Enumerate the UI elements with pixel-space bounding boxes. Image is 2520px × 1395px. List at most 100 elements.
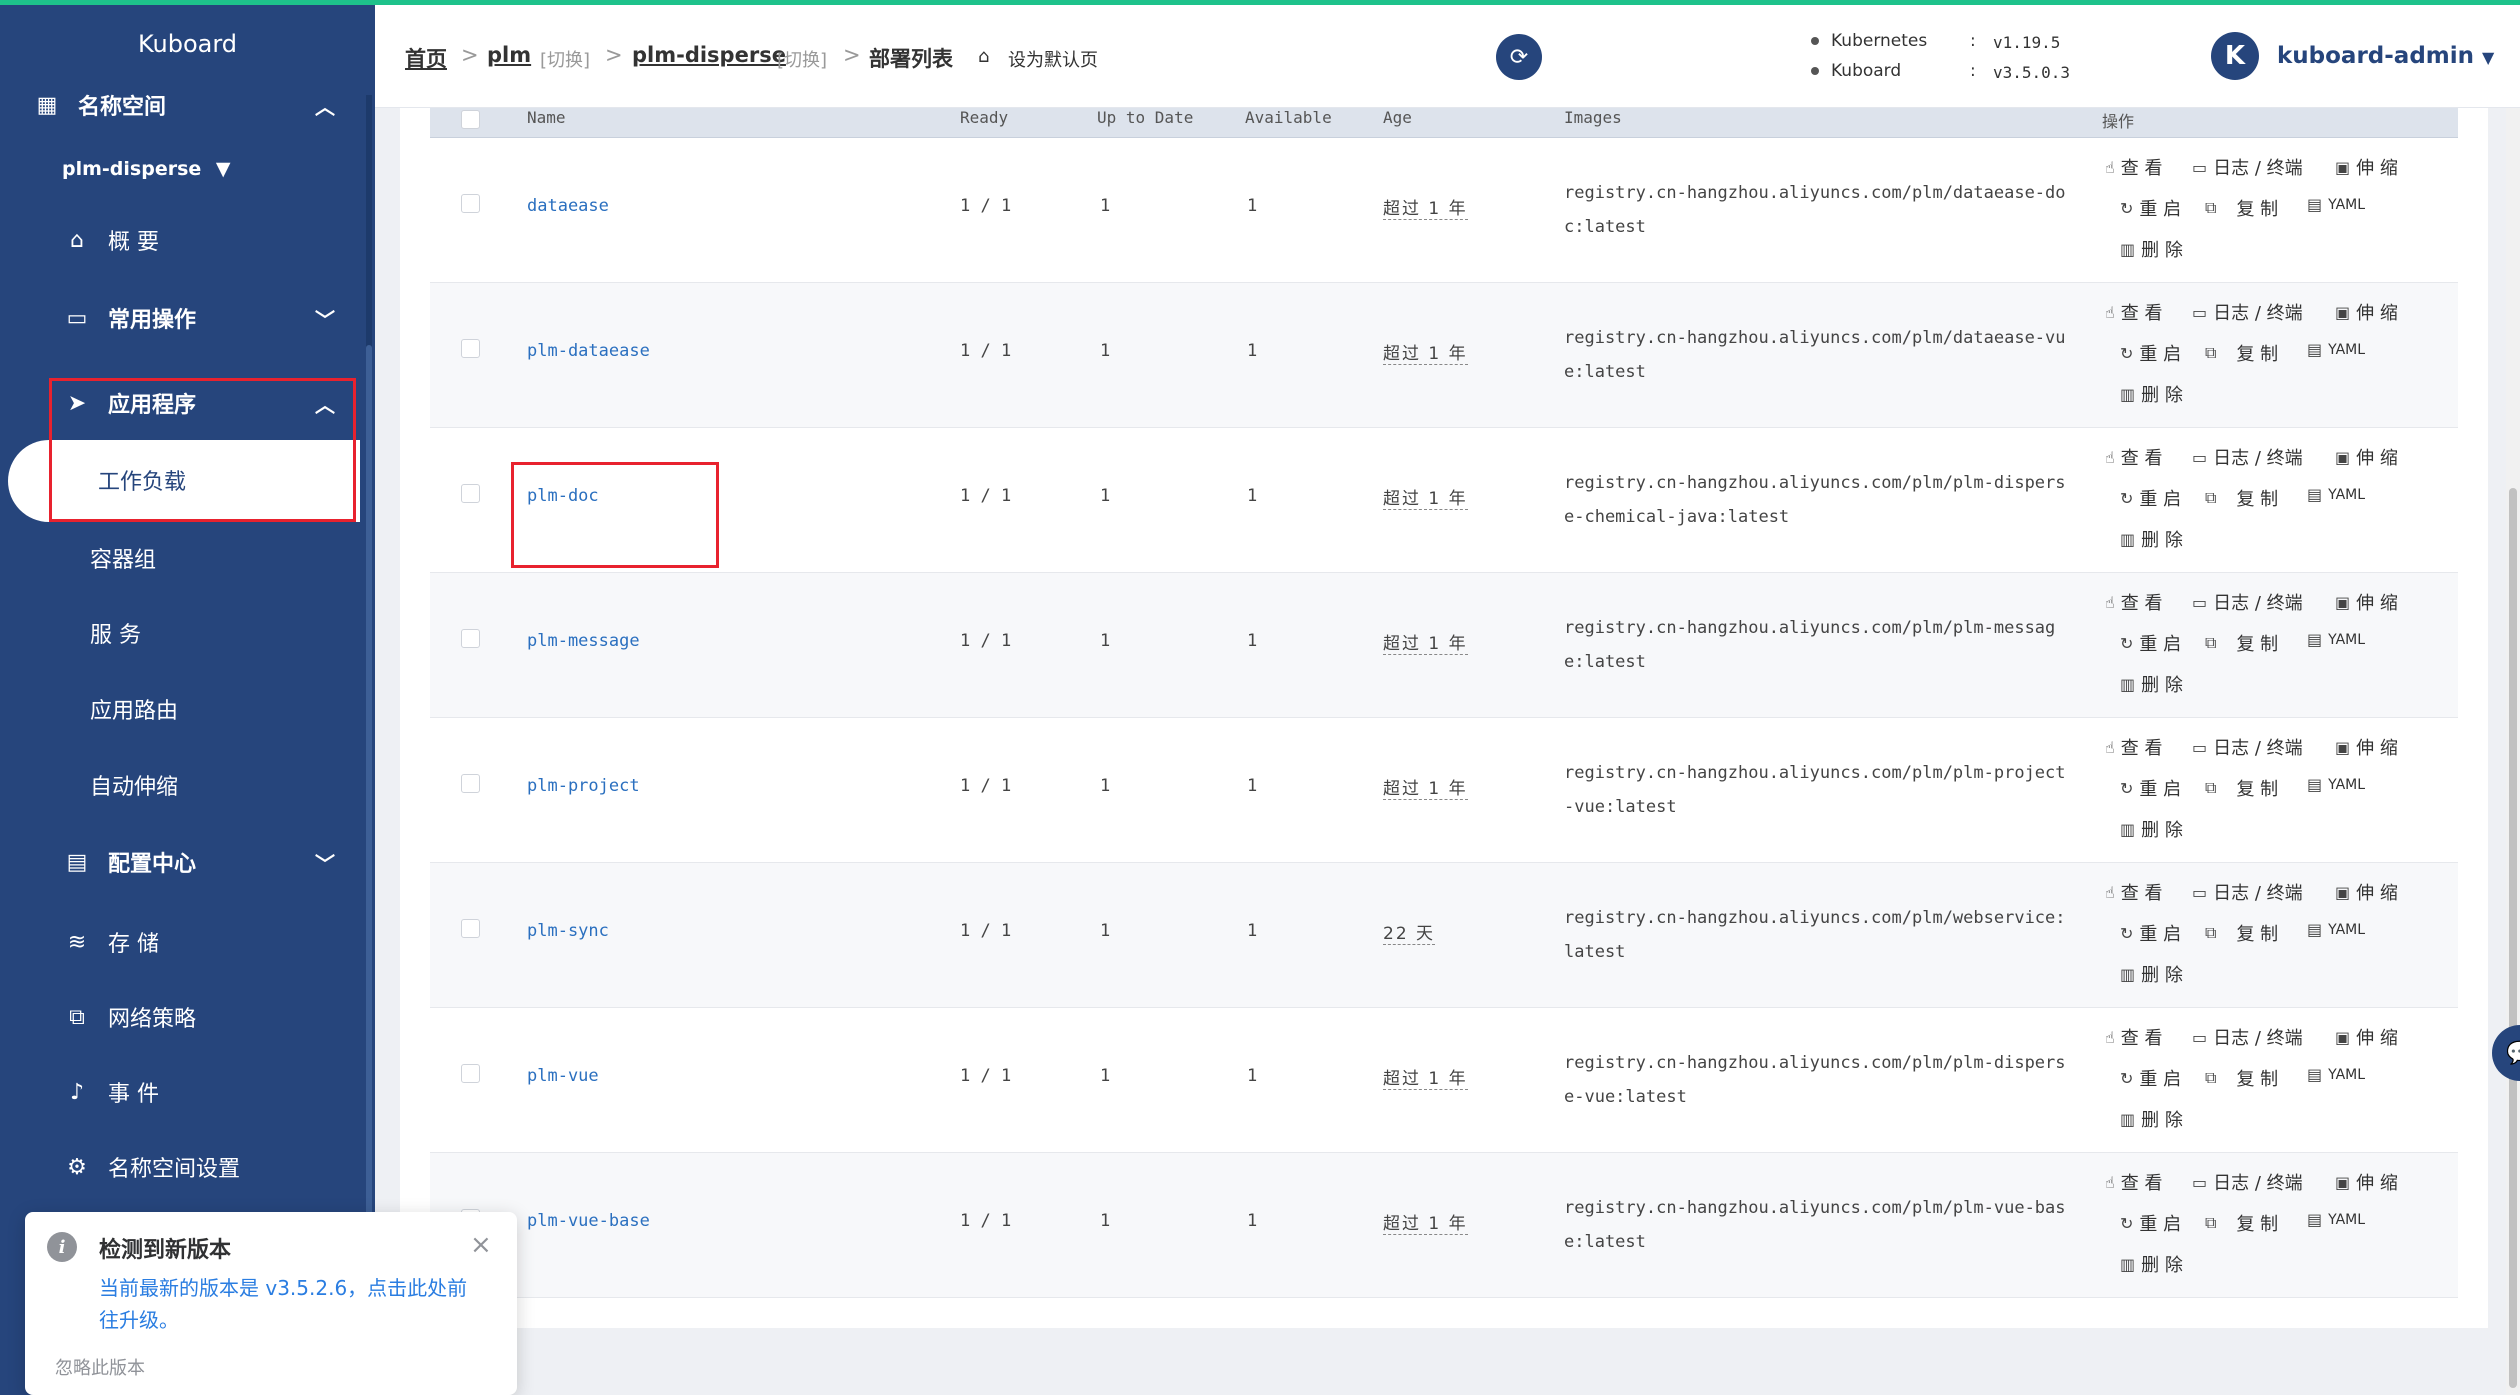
logs-terminal-button[interactable]: ▭ 日志 / 终端 (2192, 1024, 2303, 1050)
row-checkbox[interactable] (461, 919, 480, 938)
yaml-button[interactable]: ▤ YAML (2307, 1210, 2365, 1229)
sidebar-item-services[interactable]: 服 务 (90, 617, 141, 649)
delete-button[interactable]: ▥ 删 除 (2120, 381, 2183, 407)
scale-button[interactable]: ▣ 伸 缩 (2335, 444, 2398, 470)
row-checkbox[interactable] (461, 484, 480, 503)
yaml-button[interactable]: ▤ YAML (2307, 630, 2365, 649)
scale-button[interactable]: ▣ 伸 缩 (2335, 879, 2398, 905)
view-button[interactable]: ☝ 查 看 (2105, 154, 2162, 180)
breadcrumb-namespace[interactable]: plm-disperse (632, 43, 786, 67)
delete-button[interactable]: ▥ 删 除 (2120, 961, 2183, 987)
chat-button[interactable]: 💬 (2492, 1025, 2520, 1081)
restart-button[interactable]: ↻ 重 启 (2120, 630, 2181, 656)
restart-button[interactable]: ↻ 重 启 (2120, 340, 2181, 366)
row-checkbox[interactable] (461, 194, 480, 213)
view-button[interactable]: ☝ 查 看 (2105, 589, 2162, 615)
logs-terminal-button[interactable]: ▭ 日志 / 终端 (2192, 589, 2303, 615)
scale-button[interactable]: ▣ 伸 缩 (2335, 589, 2398, 615)
restart-button[interactable]: ↻ 重 启 (2120, 1210, 2181, 1236)
sidebar-item-events[interactable]: ♪ 事 件 (0, 1062, 360, 1122)
restart-button[interactable]: ↻ 重 启 (2120, 775, 2181, 801)
sidebar-item-namespace-settings[interactable]: ⚙ 名称空间设置 (0, 1137, 360, 1197)
col-uptodate[interactable]: Up to Date (1097, 108, 1193, 127)
row-checkbox[interactable] (461, 774, 480, 793)
col-available[interactable]: Available (1245, 108, 1332, 127)
sidebar-item-pods[interactable]: 容器组 (90, 542, 156, 574)
col-name[interactable]: Name (527, 108, 566, 127)
copy-button[interactable]: ⧉ 复 制 (2205, 1065, 2278, 1091)
delete-button[interactable]: ▥ 删 除 (2120, 816, 2183, 842)
sidebar-item-autoscale[interactable]: 自动伸缩 (90, 769, 178, 801)
col-ready[interactable]: Ready (960, 108, 1008, 127)
row-checkbox[interactable] (461, 629, 480, 648)
page-scrollbar[interactable] (2506, 108, 2520, 1395)
yaml-button[interactable]: ▤ YAML (2307, 775, 2365, 794)
restart-button[interactable]: ↻ 重 启 (2120, 195, 2181, 221)
logs-terminal-button[interactable]: ▭ 日志 / 终端 (2192, 1169, 2303, 1195)
sidebar-item-overview[interactable]: ⌂ 概 要 (0, 210, 360, 270)
scale-button[interactable]: ▣ 伸 缩 (2335, 299, 2398, 325)
copy-button[interactable]: ⧉ 复 制 (2205, 630, 2278, 656)
namespace-section[interactable]: ▦ 名称空间 ︿ (0, 75, 360, 135)
yaml-button[interactable]: ▤ YAML (2307, 1065, 2365, 1084)
yaml-button[interactable]: ▤ YAML (2307, 485, 2365, 504)
copy-button[interactable]: ⧉ 复 制 (2205, 195, 2278, 221)
scale-button[interactable]: ▣ 伸 缩 (2335, 734, 2398, 760)
yaml-button[interactable]: ▤ YAML (2307, 920, 2365, 939)
deployment-name-link[interactable]: plm-message (527, 631, 640, 651)
restart-button[interactable]: ↻ 重 启 (2120, 920, 2181, 946)
delete-button[interactable]: ▥ 删 除 (2120, 671, 2183, 697)
sidebar-scrollbar[interactable] (366, 95, 372, 1395)
deployment-name-link[interactable]: plm-dataease (527, 341, 650, 361)
restart-button[interactable]: ↻ 重 启 (2120, 1065, 2181, 1091)
avatar[interactable]: K (2211, 32, 2259, 80)
scale-button[interactable]: ▣ 伸 缩 (2335, 1024, 2398, 1050)
deployment-name-link[interactable]: plm-vue-base (527, 1211, 650, 1231)
delete-button[interactable]: ▥ 删 除 (2120, 526, 2183, 552)
breadcrumb-cluster-switch[interactable]: [切换] (540, 46, 590, 72)
sidebar-scroll-thumb[interactable] (366, 345, 372, 1245)
select-all-checkbox[interactable] (461, 110, 480, 129)
view-button[interactable]: ☝ 查 看 (2105, 1169, 2162, 1195)
sidebar-item-network-policy[interactable]: ⧉ 网络策略 (0, 987, 360, 1047)
view-button[interactable]: ☝ 查 看 (2105, 734, 2162, 760)
yaml-button[interactable]: ▤ YAML (2307, 340, 2365, 359)
copy-button[interactable]: ⧉ 复 制 (2205, 1210, 2278, 1236)
user-menu[interactable]: kuboard-admin ▼ (2277, 43, 2494, 69)
copy-button[interactable]: ⧉ 复 制 (2205, 775, 2278, 801)
view-button[interactable]: ☝ 查 看 (2105, 299, 2162, 325)
delete-button[interactable]: ▥ 删 除 (2120, 1106, 2183, 1132)
col-age[interactable]: Age (1383, 108, 1412, 127)
deployment-name-link[interactable]: plm-sync (527, 921, 609, 941)
logs-terminal-button[interactable]: ▭ 日志 / 终端 (2192, 734, 2303, 760)
breadcrumb-cluster[interactable]: plm (487, 43, 531, 67)
copy-button[interactable]: ⧉ 复 制 (2205, 340, 2278, 366)
sidebar-item-ingress[interactable]: 应用路由 (90, 693, 178, 725)
logs-terminal-button[interactable]: ▭ 日志 / 终端 (2192, 154, 2303, 180)
deployment-name-link[interactable]: dataease (527, 196, 609, 216)
logs-terminal-button[interactable]: ▭ 日志 / 终端 (2192, 299, 2303, 325)
delete-button[interactable]: ▥ 删 除 (2120, 236, 2183, 262)
ignore-version-link[interactable]: 忽略此版本 (55, 1354, 145, 1380)
view-button[interactable]: ☝ 查 看 (2105, 1024, 2162, 1050)
row-checkbox[interactable] (461, 339, 480, 358)
breadcrumb-home[interactable]: 首页 (405, 43, 447, 73)
delete-button[interactable]: ▥ 删 除 (2120, 1251, 2183, 1277)
logs-terminal-button[interactable]: ▭ 日志 / 终端 (2192, 444, 2303, 470)
scale-button[interactable]: ▣ 伸 缩 (2335, 1169, 2398, 1195)
logs-terminal-button[interactable]: ▭ 日志 / 终端 (2192, 879, 2303, 905)
view-button[interactable]: ☝ 查 看 (2105, 444, 2162, 470)
copy-button[interactable]: ⧉ 复 制 (2205, 485, 2278, 511)
deployment-name-link[interactable]: plm-vue (527, 1066, 599, 1086)
set-default-page-link[interactable]: 设为默认页 (1008, 46, 1098, 72)
page-scroll-thumb[interactable] (2509, 488, 2517, 1388)
notification-message-link[interactable]: 当前最新的版本是 v3.5.2.6，点击此处前往升级。 (99, 1272, 479, 1336)
namespace-selector[interactable]: plm-disperse ▼ (62, 158, 231, 180)
close-icon[interactable]: × (470, 1230, 492, 1260)
sidebar-item-config[interactable]: ▤ 配置中心 ﹀ (0, 832, 360, 892)
view-button[interactable]: ☝ 查 看 (2105, 879, 2162, 905)
sidebar-item-common-ops[interactable]: ▭ 常用操作 ﹀ (0, 288, 360, 348)
deployment-name-link[interactable]: plm-project (527, 776, 640, 796)
refresh-button[interactable]: ⟳ (1496, 34, 1542, 80)
yaml-button[interactable]: ▤ YAML (2307, 195, 2365, 214)
